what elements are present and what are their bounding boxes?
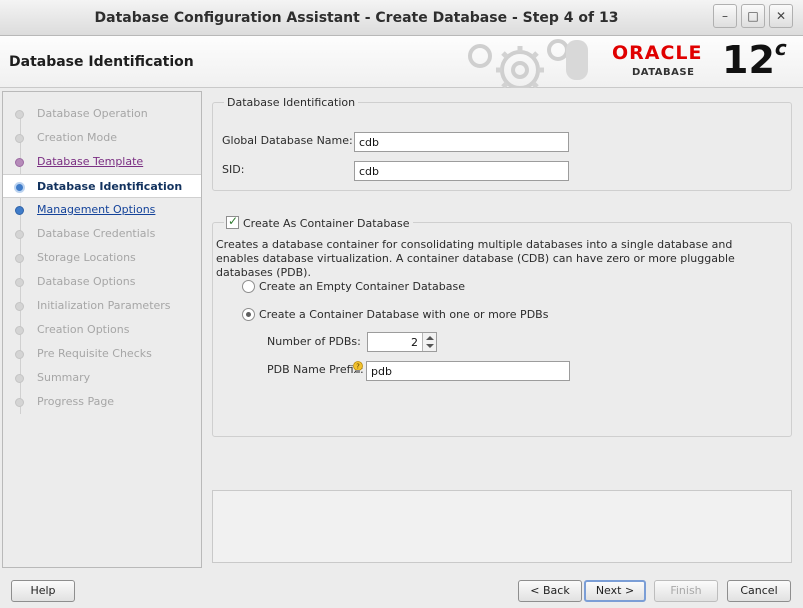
step-label: Summary bbox=[37, 371, 91, 384]
step-progress-page: Progress Page bbox=[3, 390, 201, 414]
message-pane bbox=[212, 490, 792, 563]
next-button[interactable]: Next > bbox=[584, 580, 646, 602]
step-initialization-parameters: Initialization Parameters bbox=[3, 294, 201, 318]
sid-label: SID: bbox=[222, 163, 245, 176]
container-checkbox-wrap[interactable]: Create As Container Database bbox=[224, 214, 413, 230]
sid-input[interactable] bbox=[354, 161, 569, 181]
step-database-operation: Database Operation bbox=[3, 102, 201, 126]
steps-sidebar: Database Operation Creation Mode Databas… bbox=[2, 91, 202, 568]
step-label: Creation Mode bbox=[37, 131, 118, 144]
step-label: Storage Locations bbox=[37, 251, 136, 264]
number-of-pdbs-value[interactable]: 2 bbox=[411, 336, 418, 349]
step-dot-icon bbox=[15, 134, 24, 143]
step-label[interactable]: Management Options bbox=[37, 203, 155, 216]
step-database-identification: Database Identification bbox=[3, 174, 201, 198]
step-label[interactable]: Database Template bbox=[37, 155, 143, 168]
step-label: Database Credentials bbox=[37, 227, 156, 240]
global-database-name-label: Global Database Name: bbox=[222, 134, 353, 147]
step-summary: Summary bbox=[3, 366, 201, 390]
step-dot-icon bbox=[15, 350, 24, 359]
step-label: Database Options bbox=[37, 275, 136, 288]
window-titlebar: Database Configuration Assistant - Creat… bbox=[0, 0, 803, 36]
step-creation-options: Creation Options bbox=[3, 318, 201, 342]
step-prerequisite-checks: Pre Requisite Checks bbox=[3, 342, 201, 366]
version-suffix: c bbox=[774, 36, 787, 61]
version-logo: 12c bbox=[722, 36, 787, 82]
step-label: Creation Options bbox=[37, 323, 130, 336]
create-container-label[interactable]: Create As Container Database bbox=[243, 217, 410, 230]
oracle-logo: ORACLE DATABASE bbox=[612, 42, 722, 82]
step-storage-locations: Storage Locations bbox=[3, 246, 201, 270]
create-container-checkbox[interactable] bbox=[226, 214, 239, 229]
pdb-name-prefix-label: PDB Name Prefix: bbox=[267, 363, 364, 376]
gears-icon bbox=[468, 39, 588, 88]
back-button[interactable]: < Back bbox=[518, 580, 582, 602]
empty-container-label[interactable]: Create an Empty Container Database bbox=[259, 280, 465, 293]
hint-bulb-icon: ? bbox=[353, 361, 363, 373]
main-panel: Database Identification Global Database … bbox=[204, 91, 801, 568]
step-dot-icon bbox=[15, 110, 24, 119]
step-dot-icon bbox=[15, 326, 24, 335]
step-label: Initialization Parameters bbox=[37, 299, 171, 312]
page-title: Database Identification bbox=[9, 54, 194, 70]
version-number: 12 bbox=[722, 38, 775, 82]
step-dot-icon bbox=[15, 374, 24, 383]
help-button[interactable]: Help bbox=[11, 580, 75, 602]
step-label: Database Operation bbox=[37, 107, 148, 120]
oracle-wordmark: ORACLE bbox=[612, 42, 703, 64]
number-of-pdbs-stepper[interactable]: 2 bbox=[367, 332, 437, 352]
chevron-up-icon[interactable] bbox=[426, 336, 434, 340]
pdb-name-prefix-input[interactable] bbox=[366, 361, 570, 381]
finish-button[interactable]: Finish bbox=[654, 580, 718, 602]
step-dot-icon bbox=[15, 302, 24, 311]
stepper-arrows[interactable] bbox=[422, 333, 436, 351]
number-of-pdbs-label: Number of PDBs: bbox=[267, 335, 361, 348]
step-label: Database Identification bbox=[37, 180, 183, 193]
step-dot-icon bbox=[15, 254, 24, 263]
cancel-button[interactable]: Cancel bbox=[727, 580, 791, 602]
maximize-icon[interactable]: □ bbox=[741, 4, 765, 28]
step-dot-icon bbox=[15, 230, 24, 239]
step-dot-icon bbox=[15, 398, 24, 407]
identification-group-label: Database Identification bbox=[224, 96, 359, 109]
step-dot-icon bbox=[15, 158, 24, 167]
window-title: Database Configuration Assistant - Creat… bbox=[94, 10, 619, 26]
container-with-pdbs-label[interactable]: Create a Container Database with one or … bbox=[259, 308, 548, 321]
step-management-options[interactable]: Management Options bbox=[3, 198, 201, 222]
step-dot-icon bbox=[15, 206, 24, 215]
step-dot-icon bbox=[15, 278, 24, 287]
step-database-credentials: Database Credentials bbox=[3, 222, 201, 246]
step-creation-mode: Creation Mode bbox=[3, 126, 201, 150]
empty-container-radio[interactable] bbox=[242, 280, 255, 293]
global-database-name-input[interactable] bbox=[354, 132, 569, 152]
container-with-pdbs-radio[interactable] bbox=[242, 308, 255, 321]
database-wordmark: DATABASE bbox=[632, 67, 695, 78]
svg-text:?: ? bbox=[356, 363, 360, 371]
close-icon[interactable]: ✕ bbox=[769, 4, 793, 28]
chevron-down-icon[interactable] bbox=[426, 344, 434, 348]
minimize-icon[interactable]: – bbox=[713, 4, 737, 28]
step-dot-icon bbox=[14, 182, 25, 193]
container-description: Creates a database container for consoli… bbox=[216, 238, 735, 279]
step-database-template[interactable]: Database Template bbox=[3, 150, 201, 174]
step-database-options: Database Options bbox=[3, 270, 201, 294]
header-banner: Database Identification ORACLE DATABASE … bbox=[0, 36, 803, 88]
step-label: Progress Page bbox=[37, 395, 115, 408]
step-label: Pre Requisite Checks bbox=[37, 347, 152, 360]
